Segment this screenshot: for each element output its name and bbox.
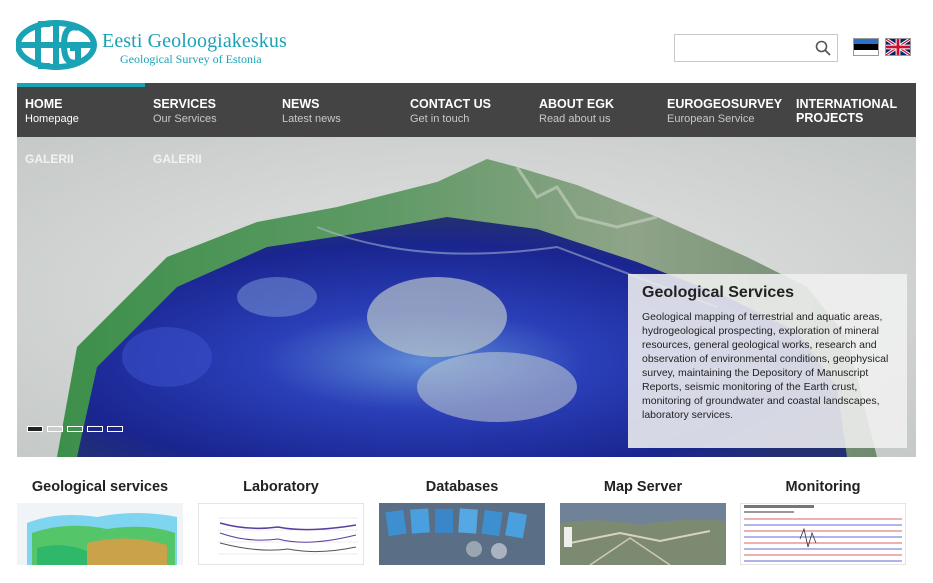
nav-item-eurogeosurvey[interactable]: EUROGEOSURVEY European Service (659, 83, 787, 137)
site-title: Eesti Geoloogiakeskus (102, 30, 287, 52)
gallery-link[interactable]: GALERII (25, 152, 74, 166)
nav-sublabel: Latest news (282, 113, 341, 125)
nav-sublabel: Read about us (539, 113, 611, 125)
card-map-server[interactable]: Map Server (560, 474, 726, 583)
seismogram-thumbnail (740, 503, 906, 565)
slider-dot[interactable] (107, 426, 123, 432)
laboratory-chart-thumbnail (198, 503, 364, 565)
card-databases[interactable]: Databases (379, 474, 545, 583)
estonian-flag-icon[interactable] (853, 38, 879, 56)
nav-label: NEWS (282, 97, 320, 111)
main-navigation: HOME Homepage SERVICES Our Services NEWS… (17, 83, 916, 137)
slider-dot[interactable] (87, 426, 103, 432)
nav-sublabel: European Service (667, 113, 755, 125)
nav-item-contact[interactable]: CONTACT US Get in touch (402, 83, 530, 137)
gallery-link[interactable]: GALERII (153, 152, 202, 166)
geological-map-thumbnail (17, 503, 183, 565)
nav-item-about[interactable]: ABOUT EGK Read about us (531, 83, 659, 137)
nav-label: HOME (25, 97, 63, 111)
map-server-thumbnail (560, 503, 726, 565)
nav-label: CONTACT US (410, 97, 492, 111)
nav-item-international-projects[interactable]: INTERNATIONAL PROJECTS (788, 83, 916, 137)
uk-flag-icon[interactable] (885, 38, 911, 56)
card-monitoring[interactable]: Monitoring (740, 474, 906, 583)
nav-item-news[interactable]: NEWS Latest news (274, 83, 402, 137)
card-title: Laboratory (243, 479, 319, 495)
slider-dot[interactable] (27, 426, 43, 432)
caption-text: Geological mapping of terrestrial and aq… (642, 311, 889, 421)
card-laboratory[interactable]: Laboratory (198, 474, 364, 583)
caption-title: Geological Services (642, 284, 795, 301)
nav-sublabel: Get in touch (410, 113, 470, 125)
card-geological-services[interactable]: Geological services (17, 474, 183, 583)
card-title: Map Server (603, 479, 683, 495)
search-box (674, 34, 838, 62)
slide-caption: Geological Services Geological mapping o… (628, 274, 907, 448)
slider-dot[interactable] (67, 426, 83, 432)
slider-dot[interactable] (47, 426, 63, 432)
site-subtitle: Geological Survey of Estonia (120, 52, 262, 66)
nav-item-services[interactable]: SERVICES Our Services (145, 83, 273, 137)
nav-label: EUROGEOSURVEY (667, 97, 783, 111)
egk-emblem-icon (16, 20, 97, 70)
nav-sublabel: Homepage (25, 113, 79, 125)
databases-thumbnail (379, 503, 545, 565)
hero-slider: GALERII GALERII Geological Services Geol… (17, 137, 916, 457)
nav-sublabel: Our Services (153, 113, 217, 125)
search-icon[interactable] (815, 40, 831, 56)
nav-label: INTERNATIONAL PROJECTS (796, 97, 897, 125)
nav-label: ABOUT EGK (539, 97, 614, 111)
nav-label: SERVICES (153, 97, 216, 111)
card-title: Geological services (31, 479, 169, 495)
nav-item-home[interactable]: HOME Homepage (17, 83, 145, 137)
card-title: Databases (425, 479, 499, 495)
card-title: Monitoring (785, 479, 861, 495)
site-logo[interactable]: Eesti Geoloogiakeskus Geological Survey … (16, 18, 296, 72)
search-input[interactable] (679, 38, 809, 60)
